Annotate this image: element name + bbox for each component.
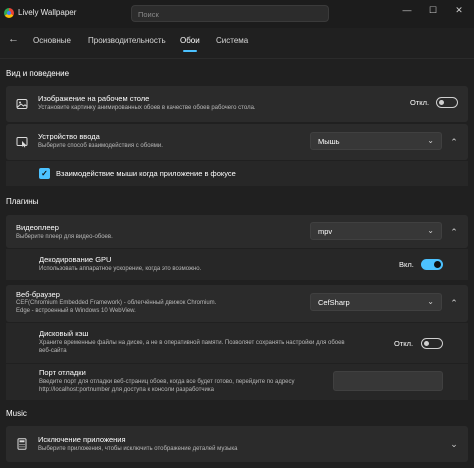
app-title: Lively Wallpaper	[18, 8, 77, 17]
minimize-button[interactable]: —	[398, 3, 416, 17]
desktop-wallpaper-card: Изображение на рабочем столе Установите …	[6, 86, 468, 122]
gpu-decoding-title: Декодирование GPU	[39, 255, 112, 264]
gpu-decoding-desc: Использовать аппаратное ускорение, когда…	[39, 266, 202, 272]
chevron-down-icon: ⌄	[427, 136, 434, 145]
tab-system[interactable]: Система	[216, 36, 248, 45]
video-player-value: mpv	[318, 227, 333, 236]
debug-port-desc-2: http://localhost:portnumber для доступа …	[39, 387, 214, 393]
debug-port-title: Порт отладки	[39, 368, 86, 377]
section-plugins-heading: Плагины	[6, 197, 39, 206]
chevron-down-icon: ⌄	[427, 297, 434, 306]
maximize-button[interactable]: ☐	[424, 3, 442, 17]
image-icon	[16, 99, 28, 109]
mouse-interaction-row: ✓ Взаимодействие мыши когда приложение в…	[6, 161, 468, 186]
disk-cache-desc-2: веб-сайта	[39, 348, 67, 354]
input-device-title: Устройство ввода	[38, 132, 100, 141]
title-bar: Lively Wallpaper Поиск — ☐ ✕	[0, 0, 474, 28]
disk-cache-toggle-label: Откл.	[394, 339, 414, 348]
chevron-down-icon: ⌄	[427, 226, 434, 235]
search-input[interactable]: Поиск	[131, 5, 329, 22]
gpu-decoding-toggle-label: Вкл.	[399, 260, 414, 269]
desktop-wallpaper-desc: Установите картинку анимированных обоев …	[38, 105, 256, 111]
close-button[interactable]: ✕	[450, 3, 468, 17]
disk-cache-toggle[interactable]	[421, 338, 443, 349]
input-device-select[interactable]: Мышь ⌄	[310, 132, 442, 150]
section-music-heading: Music	[6, 409, 27, 418]
desktop-wallpaper-toggle-label: Откл.	[410, 98, 430, 107]
web-browser-title: Веб-браузер	[16, 290, 60, 299]
video-player-card: Видеоплеер Выберите плеер для видео-обое…	[6, 215, 468, 248]
chevron-up-icon[interactable]: ⌃	[447, 135, 461, 149]
input-device-card: Устройство ввода Выберите способ взаимод…	[6, 124, 468, 160]
web-browser-desc-2: Edge - встроенный в Windows 10 WebView.	[16, 308, 136, 314]
section-view-heading: Вид и поведение	[6, 69, 70, 78]
app-exclusion-title: Исключение приложения	[38, 435, 126, 444]
video-player-select[interactable]: mpv ⌄	[310, 222, 442, 240]
disk-cache-row: Дисковый кэш Храните временные файлы на …	[6, 323, 468, 363]
active-tab-indicator	[183, 50, 197, 52]
chevron-up-icon[interactable]: ⌃	[447, 296, 461, 310]
gpu-decoding-row: Декодирование GPU Использовать аппаратно…	[6, 249, 468, 280]
tab-performance[interactable]: Производительность	[88, 36, 166, 45]
disk-cache-desc-1: Храните временные файлы на диске, а не в…	[39, 340, 345, 346]
mouse-interaction-checkbox[interactable]: ✓	[39, 168, 50, 179]
debug-port-desc-1: Введите порт для отладки веб-страниц обо…	[39, 379, 295, 385]
app-exclusion-desc: Выберите приложения, чтобы исключить ото…	[38, 446, 238, 452]
debug-port-input[interactable]	[333, 371, 443, 391]
disk-cache-title: Дисковый кэш	[39, 329, 89, 338]
debug-port-row: Порт отладки Введите порт для отладки ве…	[6, 364, 468, 400]
lively-logo-icon	[4, 8, 14, 18]
chevron-down-icon[interactable]: ⌄	[447, 437, 461, 451]
gpu-decoding-toggle[interactable]	[421, 259, 443, 270]
input-device-value: Мышь	[318, 137, 340, 146]
input-device-desc: Выберите способ взаимодействия с обоями.	[38, 143, 163, 149]
mouse-interaction-label: Взаимодействие мыши когда приложение в ф…	[56, 169, 236, 178]
web-browser-value: CefSharp	[318, 298, 350, 307]
mouse-pointer-icon	[16, 137, 28, 148]
chevron-up-icon[interactable]: ⌃	[447, 225, 461, 239]
desktop-wallpaper-toggle[interactable]	[436, 97, 458, 108]
video-player-desc: Выберите плеер для видео-обоев.	[16, 234, 113, 240]
arrow-left-icon[interactable]: ←	[8, 33, 19, 45]
video-player-title: Видеоплеер	[16, 223, 59, 232]
calculator-icon	[17, 438, 27, 450]
nav-bar: ← Основные Производительность Обои Систе…	[0, 28, 474, 54]
tab-general[interactable]: Основные	[33, 36, 71, 45]
web-browser-select[interactable]: CefSharp ⌄	[310, 293, 442, 311]
web-browser-card: Веб-браузер CEF(Chromium Embedded Framew…	[6, 285, 468, 322]
app-exclusion-card: Исключение приложения Выберите приложени…	[6, 426, 468, 462]
divider	[0, 58, 474, 59]
desktop-wallpaper-title: Изображение на рабочем столе	[38, 94, 150, 103]
tab-wallpaper[interactable]: Обои	[180, 36, 200, 45]
web-browser-desc-1: CEF(Chromium Embedded Framework) - облег…	[16, 300, 217, 306]
